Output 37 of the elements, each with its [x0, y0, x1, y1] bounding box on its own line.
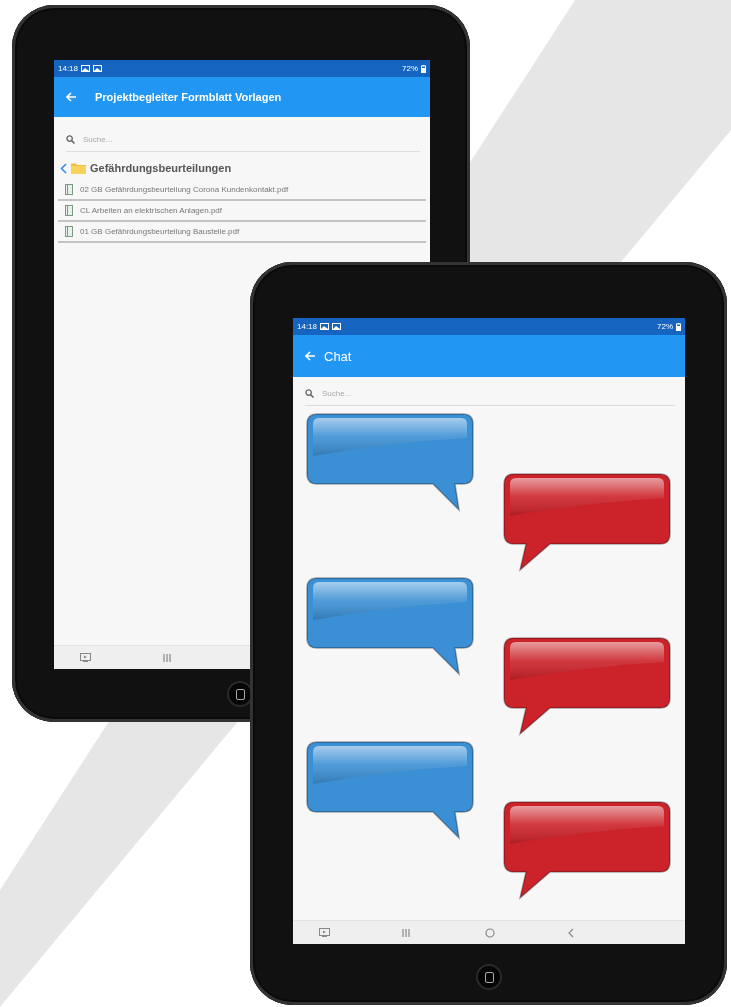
speech-bubble[interactable] — [503, 473, 671, 571]
document-icon — [65, 226, 73, 237]
search-icon[interactable] — [66, 134, 75, 144]
search-icon[interactable] — [305, 388, 314, 398]
document-icon — [65, 205, 73, 216]
back-chevron-icon[interactable] — [60, 162, 67, 174]
clock-time: 14:18 — [58, 64, 79, 73]
battery-level: 72% — [402, 64, 418, 73]
battery-icon — [676, 322, 681, 331]
file-row[interactable]: 02 GB Gefährdungsbeurteilung Corona Kundenkontakt.pdf — [58, 180, 426, 201]
image-icon — [332, 323, 342, 330]
back-icon[interactable] — [568, 927, 574, 938]
clock-time: 14:18 — [297, 322, 318, 331]
image-icon — [93, 65, 103, 72]
file-row[interactable]: 01 GB Gefährdungsbeurteilung Baustelle.pdf — [58, 222, 426, 243]
battery-icon — [421, 64, 426, 73]
home-button[interactable] — [476, 964, 502, 990]
speech-bubble[interactable] — [306, 413, 474, 511]
gallery-icon — [81, 65, 91, 72]
home-button[interactable] — [227, 681, 253, 707]
speech-bubble[interactable] — [503, 637, 671, 735]
screen-title: Projektbegleiter Formblatt Vorlagen — [95, 91, 282, 103]
speech-bubble[interactable] — [306, 577, 474, 675]
folder-icon — [71, 162, 86, 174]
speech-bubble[interactable] — [503, 801, 671, 899]
back-arrow-icon[interactable] — [66, 92, 77, 102]
folder-title: Gefährdungsbeurteilungen — [90, 162, 232, 174]
battery-level: 72% — [657, 322, 673, 331]
back-arrow-icon[interactable] — [305, 351, 316, 361]
speech-bubble[interactable] — [306, 741, 474, 839]
gallery-icon — [320, 323, 330, 330]
file-row[interactable]: CL Arbeiten an elektrischen Anlagen.pdf — [58, 201, 426, 222]
home-icon[interactable] — [485, 927, 495, 938]
recent-screen-icon[interactable] — [80, 653, 91, 662]
document-icon — [65, 184, 73, 195]
screen-title: Chat — [324, 348, 352, 364]
recent-screen-icon[interactable] — [319, 928, 330, 937]
